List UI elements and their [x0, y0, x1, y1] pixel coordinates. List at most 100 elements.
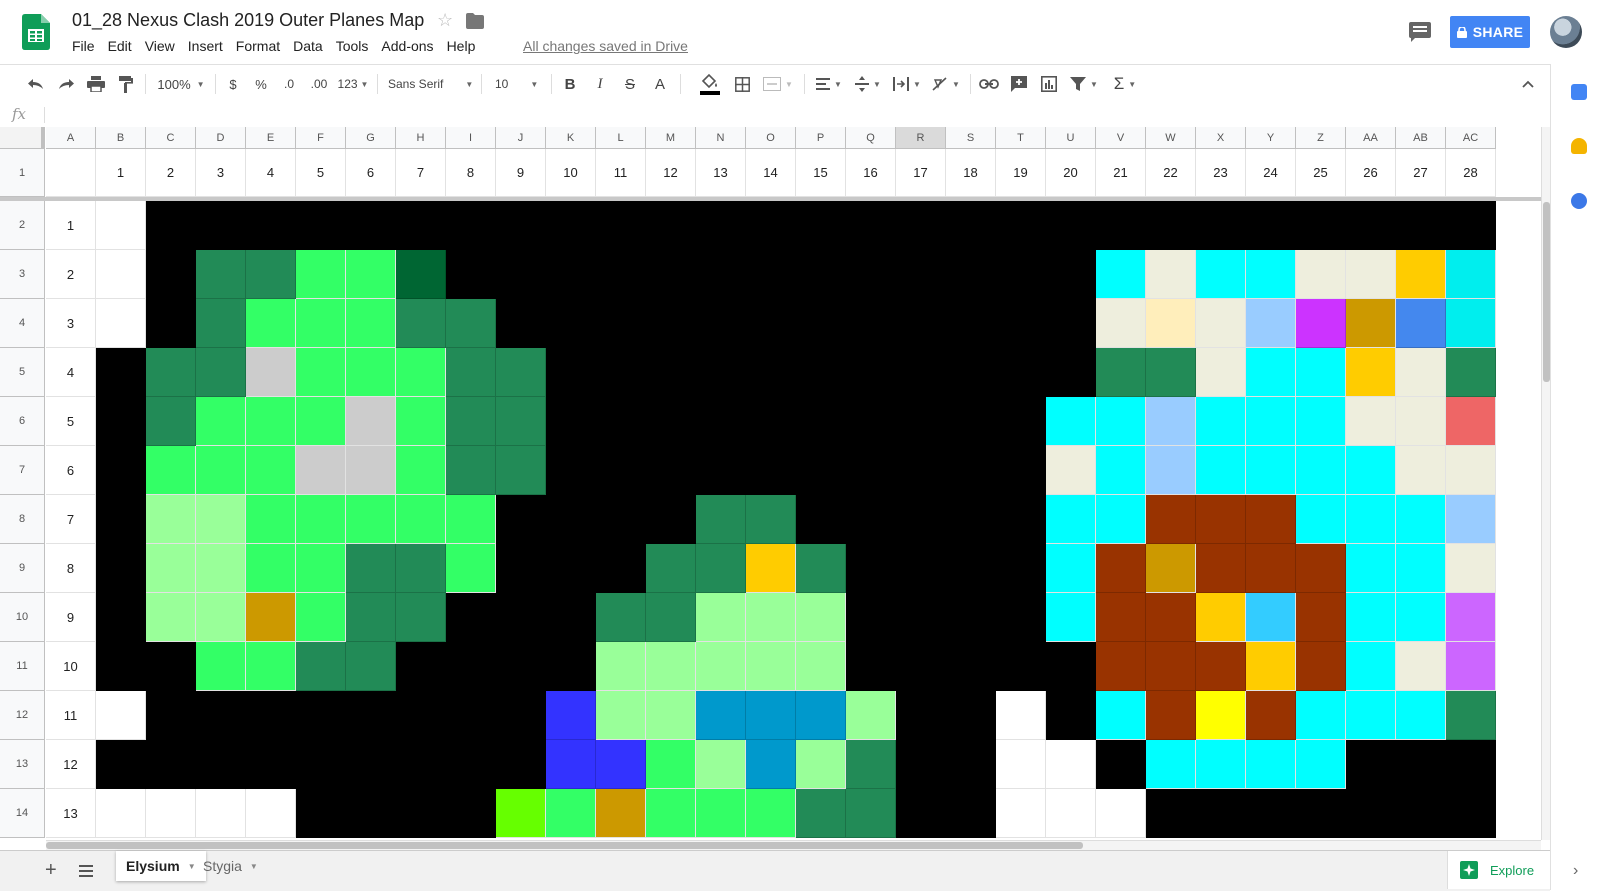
formula-bar[interactable]: fx: [0, 103, 1550, 128]
map-cell[interactable]: [946, 201, 996, 250]
map-cell[interactable]: [1196, 593, 1246, 642]
menu-data[interactable]: Data: [293, 38, 323, 54]
map-cell[interactable]: [1296, 348, 1346, 397]
map-cell[interactable]: [996, 201, 1046, 250]
all-sheets-icon[interactable]: [79, 864, 93, 877]
map-cell[interactable]: [1396, 495, 1446, 544]
map-cell[interactable]: [246, 789, 296, 838]
percent-button[interactable]: %: [251, 65, 271, 103]
map-cell[interactable]: [346, 691, 396, 740]
map-cell[interactable]: [446, 544, 496, 593]
map-cell[interactable]: [496, 691, 546, 740]
map-cell[interactable]: [546, 299, 596, 348]
map-cell[interactable]: [896, 495, 946, 544]
map-cell[interactable]: [696, 691, 746, 740]
map-cell[interactable]: [246, 397, 296, 446]
row-header[interactable]: 14: [0, 789, 45, 838]
text-rotation-icon[interactable]: ▼: [929, 65, 963, 103]
map-cell[interactable]: [546, 789, 596, 838]
column-header[interactable]: S: [946, 127, 996, 149]
map-cell[interactable]: [646, 642, 696, 691]
header-number-cell[interactable]: 21: [1096, 149, 1146, 197]
map-cell[interactable]: [846, 544, 896, 593]
map-cell[interactable]: [646, 446, 696, 495]
bold-button[interactable]: B: [558, 65, 582, 103]
map-cell[interactable]: [796, 740, 846, 789]
map-cell[interactable]: [1096, 740, 1146, 789]
menu-file[interactable]: File: [72, 38, 95, 54]
map-cell[interactable]: [846, 446, 896, 495]
column-header[interactable]: D: [196, 127, 246, 149]
collapse-toolbar-icon[interactable]: [1516, 65, 1540, 103]
map-cell[interactable]: [146, 446, 196, 495]
map-cell[interactable]: [1146, 593, 1196, 642]
map-cell[interactable]: [596, 201, 646, 250]
map-cell[interactable]: [1446, 397, 1496, 446]
header-number-cell[interactable]: 1: [96, 149, 146, 197]
map-cell[interactable]: [1146, 789, 1196, 838]
map-cell[interactable]: [1146, 250, 1196, 299]
map-cell[interactable]: [196, 250, 246, 299]
map-cell[interactable]: [946, 250, 996, 299]
map-cell[interactable]: [546, 201, 596, 250]
map-cell[interactable]: [996, 446, 1046, 495]
map-cell[interactable]: [896, 593, 946, 642]
map-cell[interactable]: [746, 348, 796, 397]
map-cell[interactable]: [196, 397, 246, 446]
map-cell[interactable]: [546, 495, 596, 544]
row-header[interactable]: 8: [0, 495, 45, 544]
avatar[interactable]: [1550, 16, 1582, 48]
map-cell[interactable]: [96, 446, 146, 495]
map-cell[interactable]: [846, 495, 896, 544]
header-number-cell[interactable]: 13: [696, 149, 746, 197]
folder-icon[interactable]: [466, 13, 484, 29]
map-cell[interactable]: [946, 642, 996, 691]
map-cell[interactable]: [496, 250, 546, 299]
map-cell[interactable]: [946, 544, 996, 593]
more-formats-select[interactable]: 123 ▼: [335, 65, 371, 103]
column-header[interactable]: E: [246, 127, 296, 149]
map-cell[interactable]: [346, 593, 396, 642]
header-number-cell[interactable]: 11: [596, 149, 646, 197]
map-cell[interactable]: [746, 593, 796, 642]
map-cell[interactable]: [1046, 250, 1096, 299]
map-cell[interactable]: [896, 348, 946, 397]
map-cell[interactable]: [296, 544, 346, 593]
map-cell[interactable]: [246, 495, 296, 544]
map-cell[interactable]: [746, 250, 796, 299]
row-index-cell[interactable]: 1: [46, 201, 96, 250]
map-cell[interactable]: [1046, 642, 1096, 691]
row-header[interactable]: 10: [0, 593, 45, 642]
column-header[interactable]: G: [346, 127, 396, 149]
map-cell[interactable]: [246, 250, 296, 299]
zoom-select[interactable]: 100% ▼: [152, 65, 210, 103]
map-cell[interactable]: [1046, 397, 1096, 446]
map-cell[interactable]: [396, 299, 446, 348]
map-cell[interactable]: [1346, 201, 1396, 250]
map-cell[interactable]: [1346, 495, 1396, 544]
map-cell[interactable]: [1146, 740, 1196, 789]
map-cell[interactable]: [146, 642, 196, 691]
map-cell[interactable]: [196, 201, 246, 250]
map-cell[interactable]: [1096, 789, 1146, 838]
map-cell[interactable]: [796, 250, 846, 299]
spreadsheet-grid[interactable]: A B C D E F G H I J K L M N O P Q R S T U V W X Y Z AA AB AC 1234567…: [0, 127, 1541, 840]
map-cell[interactable]: [1246, 642, 1296, 691]
row-index-cell[interactable]: 5: [46, 397, 96, 446]
map-cell[interactable]: [446, 740, 496, 789]
map-cell[interactable]: [546, 348, 596, 397]
map-cell[interactable]: [1396, 740, 1446, 789]
map-cell[interactable]: [646, 299, 696, 348]
map-cell[interactable]: [1296, 446, 1346, 495]
map-cell[interactable]: [1246, 348, 1296, 397]
map-cell[interactable]: [146, 544, 196, 593]
map-cell[interactable]: [896, 740, 946, 789]
map-cell[interactable]: [596, 740, 646, 789]
map-cell[interactable]: [1446, 299, 1496, 348]
vertical-scrollbar-thumb[interactable]: [1543, 202, 1550, 382]
map-cell[interactable]: [1096, 299, 1146, 348]
map-cell[interactable]: [596, 250, 646, 299]
map-cell[interactable]: [1196, 299, 1246, 348]
map-cell[interactable]: [1396, 397, 1446, 446]
map-cell[interactable]: [546, 250, 596, 299]
